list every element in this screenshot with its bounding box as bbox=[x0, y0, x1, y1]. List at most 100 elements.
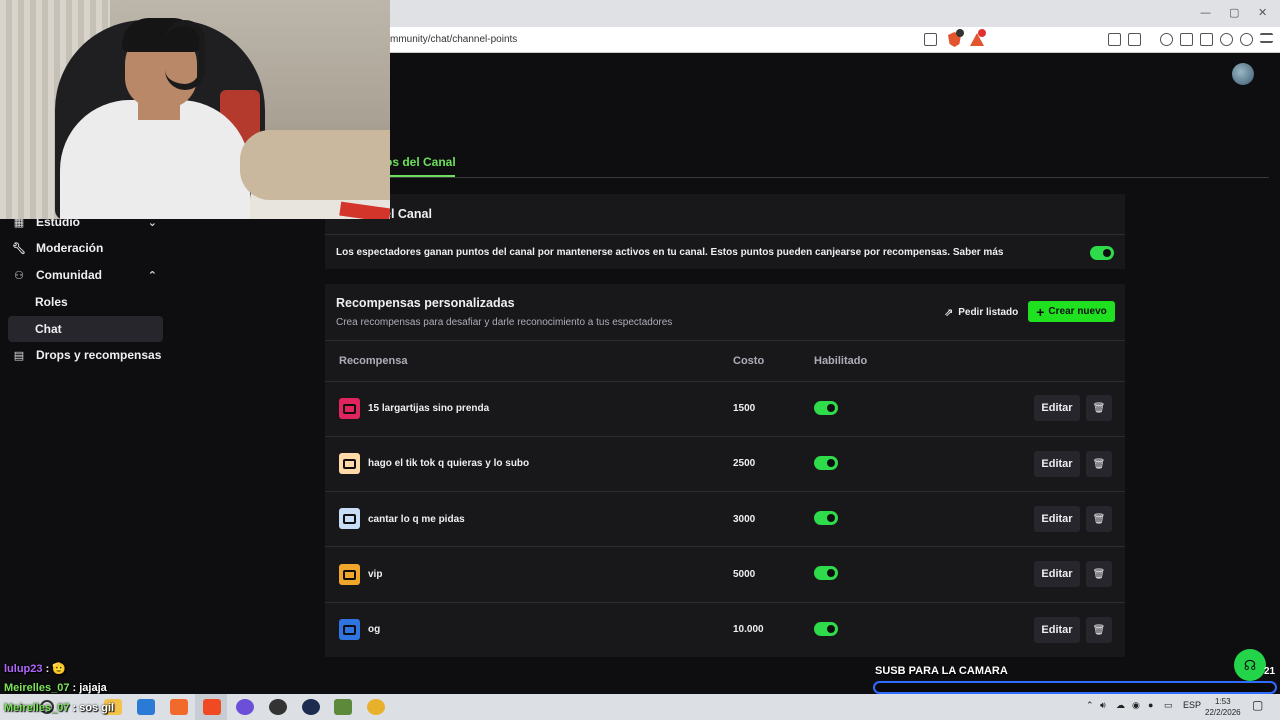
reward-icon bbox=[339, 398, 360, 419]
trash-icon[interactable]: 🗑︎ bbox=[1086, 506, 1112, 532]
vpn-icon[interactable] bbox=[1240, 33, 1253, 46]
channel-points-title: el Canal bbox=[384, 207, 432, 221]
reward-cost: 1500 bbox=[733, 403, 756, 414]
chrome-icon[interactable] bbox=[367, 699, 385, 715]
reward-name: vip bbox=[368, 569, 383, 580]
tab-channel-points[interactable]: os del Canal bbox=[385, 155, 456, 169]
leo-ai-icon[interactable] bbox=[1220, 33, 1233, 46]
reader-icon[interactable] bbox=[1128, 33, 1141, 46]
sidebar-item-roles[interactable]: Roles bbox=[8, 289, 163, 315]
notifications-icon[interactable]: ▢ bbox=[1252, 698, 1263, 712]
edit-button[interactable]: Editar bbox=[1034, 617, 1080, 643]
webcam-overlay bbox=[0, 0, 390, 219]
wrench-icon: 🔧︎ bbox=[12, 242, 26, 255]
chat-text: jajaja bbox=[79, 682, 107, 694]
tray-chevron-icon[interactable]: ⌃ bbox=[1086, 700, 1094, 711]
steam-icon[interactable] bbox=[302, 699, 320, 715]
url-text[interactable]: mmunity/chat/channel-points bbox=[390, 34, 517, 45]
custom-rewards-title: Recompensas personalizadas bbox=[336, 296, 515, 310]
card-divider bbox=[325, 234, 1125, 235]
reward-icon bbox=[339, 564, 360, 585]
minimize-button[interactable]: — bbox=[1200, 6, 1211, 19]
menu-icon[interactable] bbox=[1260, 33, 1273, 43]
maximize-button[interactable]: ▢ bbox=[1229, 6, 1239, 19]
edit-button[interactable]: Editar bbox=[1034, 506, 1080, 532]
channel-points-toggle[interactable] bbox=[1090, 246, 1114, 260]
column-header-cost: Costo bbox=[733, 355, 765, 367]
custom-rewards-subtitle: Crea recompensas para desafiar y darle r… bbox=[336, 317, 673, 328]
row-divider bbox=[325, 602, 1125, 603]
trash-icon[interactable]: 🗑︎ bbox=[1086, 451, 1112, 477]
community-icon: ⚇ bbox=[14, 269, 24, 282]
obs-icon[interactable] bbox=[269, 699, 287, 715]
chat-message: Meirelles_07 : sos gil bbox=[4, 702, 115, 714]
tab-divider bbox=[385, 177, 1269, 178]
edit-button[interactable]: Editar bbox=[1034, 395, 1080, 421]
chat-message: Meirelles_07 : jajaja bbox=[4, 682, 107, 694]
chat-username: Meirelles_07 bbox=[4, 682, 70, 694]
sidebar-item-label: Moderación bbox=[36, 241, 104, 255]
plus-icon: + bbox=[1036, 303, 1045, 320]
clock[interactable]: 1:53 22/2/2026 bbox=[1205, 696, 1241, 718]
close-window-button[interactable]: ✕ bbox=[1258, 6, 1267, 19]
sidebar-item-drops[interactable]: ▤ Drops y recompensas bbox=[8, 342, 163, 368]
column-header-enabled: Habilitado bbox=[814, 355, 868, 367]
reward-icon bbox=[339, 508, 360, 529]
reward-enabled-toggle[interactable] bbox=[814, 456, 838, 470]
create-new-button[interactable]: + Crear nuevo bbox=[1028, 301, 1115, 322]
reward-enabled-toggle[interactable] bbox=[814, 566, 838, 580]
list-icon: ⇗ bbox=[944, 306, 954, 319]
sidebar-icon[interactable] bbox=[1180, 33, 1193, 46]
reward-cost: 5000 bbox=[733, 569, 756, 580]
edit-button[interactable]: Editar bbox=[1034, 451, 1080, 477]
card-divider bbox=[325, 340, 1125, 341]
reward-name: hago el tik tok q quieras y lo subo bbox=[368, 458, 530, 469]
share-icon[interactable] bbox=[924, 33, 937, 46]
trash-icon[interactable]: 🗑︎ bbox=[1086, 617, 1112, 643]
shields-badge bbox=[956, 29, 964, 37]
user-avatar[interactable] bbox=[1232, 63, 1254, 85]
reward-cost: 10.000 bbox=[733, 624, 764, 635]
request-list-button[interactable]: ⇗ Pedir listado bbox=[937, 302, 1026, 322]
trash-icon[interactable]: 🗑︎ bbox=[1086, 395, 1112, 421]
reward-icon bbox=[339, 453, 360, 474]
row-divider bbox=[325, 491, 1125, 492]
reward-enabled-toggle[interactable] bbox=[814, 401, 838, 415]
wallet-icon[interactable] bbox=[1200, 33, 1213, 46]
rewards-badge bbox=[978, 29, 986, 37]
tray-app-icon[interactable]: ◉ bbox=[1132, 700, 1140, 711]
volume-icon[interactable]: 🔊︎ bbox=[1100, 700, 1106, 711]
reward-cost: 3000 bbox=[733, 514, 756, 525]
reward-enabled-toggle[interactable] bbox=[814, 622, 838, 636]
gift-icon: ▤ bbox=[13, 349, 25, 362]
sidebar-item-moderation[interactable]: 🔧︎ Moderación bbox=[8, 235, 163, 261]
goal-label: SUSB PARA LA CAMARA bbox=[875, 665, 1008, 677]
edit-button[interactable]: Editar bbox=[1034, 561, 1080, 587]
reward-icon bbox=[339, 619, 360, 640]
microphone-icon[interactable]: ● bbox=[1148, 700, 1153, 710]
store-icon[interactable] bbox=[137, 699, 155, 715]
chat-text: sos gil bbox=[79, 702, 115, 714]
language-indicator[interactable]: ESP bbox=[1183, 700, 1201, 710]
reward-cost: 2500 bbox=[733, 458, 756, 469]
reward-name: og bbox=[368, 624, 381, 635]
tray-app-icon[interactable]: ☁ bbox=[1116, 700, 1125, 711]
sidebar-item-chat[interactable]: Chat bbox=[8, 316, 163, 342]
music-icon[interactable] bbox=[1160, 33, 1173, 46]
extensions-icon[interactable] bbox=[1108, 33, 1121, 46]
clock-date: 22/2/2026 bbox=[1205, 708, 1241, 717]
headset-icon: ☊ bbox=[1234, 649, 1266, 681]
reward-enabled-toggle[interactable] bbox=[814, 511, 838, 525]
row-divider bbox=[325, 546, 1125, 547]
chevron-up-icon: ⌃ bbox=[147, 269, 157, 282]
app-icon[interactable] bbox=[170, 699, 188, 715]
trash-icon[interactable]: 🗑︎ bbox=[1086, 561, 1112, 587]
brave-icon[interactable] bbox=[203, 699, 221, 715]
app-icon[interactable] bbox=[236, 699, 254, 715]
reward-name: cantar lo q me pidas bbox=[368, 514, 465, 525]
chat-message: lulup23 : 🫡 bbox=[4, 663, 66, 675]
sidebar-item-community[interactable]: ⚇ Comunidad ⌃ bbox=[8, 262, 163, 288]
network-icon[interactable]: ▭ bbox=[1164, 700, 1173, 711]
chat-username: Meirelles_07 bbox=[4, 702, 70, 714]
minecraft-icon[interactable] bbox=[334, 699, 352, 715]
